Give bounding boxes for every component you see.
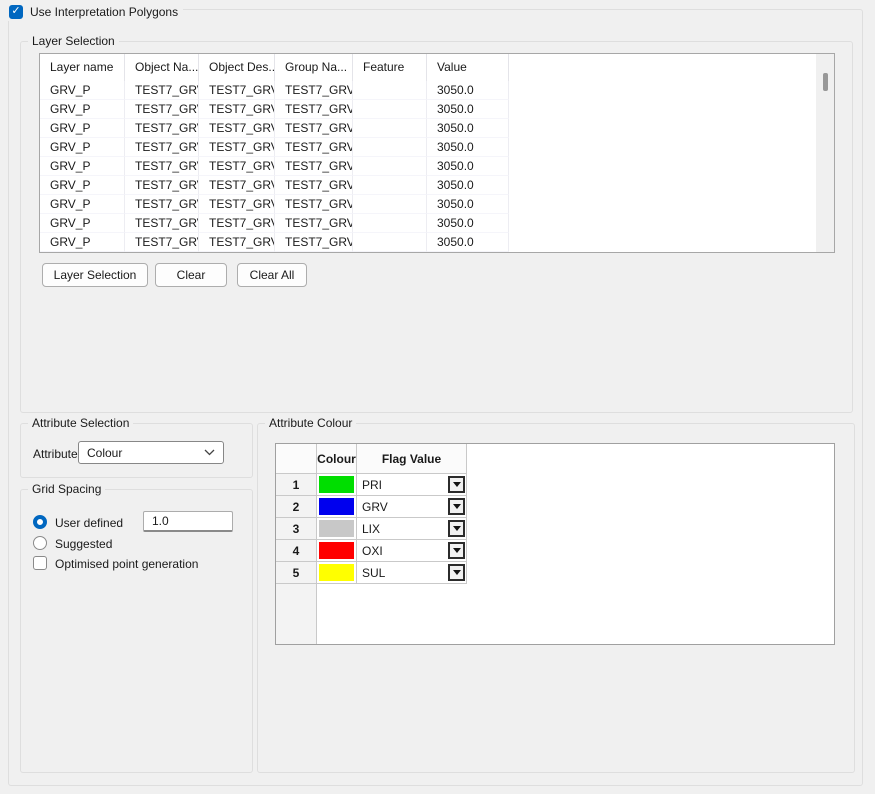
grid-spacing-group-title: Grid Spacing — [28, 482, 105, 497]
suggested-radio[interactable] — [33, 536, 47, 550]
flag-value-text: SUL — [362, 566, 385, 580]
layer-table-row[interactable]: GRV_P TEST7_GRV TEST7_GRV TEST7_GRV 3050… — [40, 81, 834, 100]
clear-button[interactable]: Clear — [155, 263, 227, 287]
layer-table-header: Layer name Object Na... Object Des... Gr… — [40, 54, 834, 81]
flag-value-cell[interactable]: OXI — [357, 540, 467, 562]
attribute-colour-table-body: 1 PRI 2 GRV 3 LIX — [276, 474, 834, 584]
attribute-colour-table: Colour Flag Value 1 PRI 2 GRV 3 — [275, 443, 835, 645]
flag-value-cell[interactable]: PRI — [357, 474, 467, 496]
checkmark-icon: ✓ — [11, 6, 20, 17]
column-header-layer-name: Layer name — [40, 54, 125, 81]
layer-table-row[interactable]: GRV_P TEST7_GRV TEST7_GRV TEST7_GRV 3050… — [40, 195, 834, 214]
grid-spacing-input[interactable] — [143, 511, 233, 532]
suggested-label[interactable]: Suggested — [55, 537, 112, 551]
attribute-colour-table-filler — [276, 584, 834, 644]
column-header-object-desc: Object Des... — [199, 54, 275, 81]
user-defined-label[interactable]: User defined — [55, 516, 123, 530]
layer-selection-table[interactable]: Layer name Object Na... Object Des... Gr… — [39, 53, 835, 253]
colour-swatch[interactable] — [319, 476, 354, 493]
attribute-colour-table-header: Colour Flag Value — [276, 444, 834, 474]
column-header-flag-value: Flag Value — [357, 444, 467, 474]
colour-swatch-cell[interactable] — [317, 496, 357, 518]
row-number: 5 — [276, 562, 317, 584]
dropdown-arrow-icon — [453, 548, 461, 553]
flag-value-text: LIX — [362, 522, 380, 536]
flag-value-dropdown-button[interactable] — [448, 564, 465, 581]
attribute-colour-group-title: Attribute Colour — [265, 416, 356, 431]
attribute-combobox-value: Colour — [87, 446, 204, 460]
use-interpretation-polygons-panel: { "header": { "use_polygons_label": "Use… — [0, 0, 875, 794]
dropdown-arrow-icon — [453, 570, 461, 575]
column-header-colour: Colour — [317, 444, 357, 474]
column-header-row-number — [276, 444, 317, 474]
dropdown-arrow-icon — [453, 526, 461, 531]
attribute-colour-row: 4 OXI — [276, 540, 834, 562]
colour-swatch[interactable] — [319, 520, 354, 537]
layer-table-body: GRV_P TEST7_GRV TEST7_GRV TEST7_GRV 3050… — [40, 81, 834, 252]
colour-swatch[interactable] — [319, 542, 354, 559]
layer-table-row[interactable]: GRV_P TEST7_GRV TEST7_GRV TEST7_GRV 3050… — [40, 157, 834, 176]
flag-value-dropdown-button[interactable] — [448, 476, 465, 493]
attribute-colour-row: 3 LIX — [276, 518, 834, 540]
flag-value-text: OXI — [362, 544, 383, 558]
layer-table-row[interactable]: GRV_P TEST7_GRV TEST7_GRV TEST7_GRV 3050… — [40, 214, 834, 233]
row-number: 3 — [276, 518, 317, 540]
layer-selection-button[interactable]: Layer Selection — [42, 263, 148, 287]
colour-swatch-cell[interactable] — [317, 474, 357, 496]
chevron-down-icon — [204, 449, 215, 456]
layer-table-row[interactable]: GRV_P TEST7_GRV TEST7_GRV TEST7_GRV 3050… — [40, 100, 834, 119]
flag-value-dropdown-button[interactable] — [448, 498, 465, 515]
optimised-point-generation-label[interactable]: Optimised point generation — [55, 557, 198, 571]
colour-swatch-cell[interactable] — [317, 518, 357, 540]
row-number: 2 — [276, 496, 317, 518]
vertical-scrollbar[interactable] — [816, 54, 834, 252]
flag-value-text: GRV — [362, 500, 388, 514]
flag-value-cell[interactable]: GRV — [357, 496, 467, 518]
layer-table-row[interactable]: GRV_P TEST7_GRV TEST7_GRV TEST7_GRV 3050… — [40, 119, 834, 138]
layer-table-row[interactable]: GRV_P TEST7_GRV TEST7_GRV TEST7_GRV 3050… — [40, 138, 834, 157]
optimised-point-generation-checkbox[interactable] — [33, 556, 47, 570]
column-header-object-name: Object Na... — [125, 54, 199, 81]
colour-swatch-cell[interactable] — [317, 540, 357, 562]
attribute-combobox[interactable]: Colour — [78, 441, 224, 464]
layer-table-row[interactable]: GRV_P TEST7_GRV TEST7_GRV TEST7_GRV 3050… — [40, 176, 834, 195]
attribute-colour-row: 1 PRI — [276, 474, 834, 496]
attribute-colour-row: 5 SUL — [276, 562, 834, 584]
row-number: 4 — [276, 540, 317, 562]
colour-swatch[interactable] — [319, 498, 354, 515]
column-header-value: Value — [427, 54, 509, 81]
column-header-group-name: Group Na... — [275, 54, 353, 81]
row-number: 1 — [276, 474, 317, 496]
use-interpretation-polygons-checkbox[interactable]: ✓ — [9, 5, 23, 19]
flag-value-dropdown-button[interactable] — [448, 520, 465, 537]
dropdown-arrow-icon — [453, 482, 461, 487]
dropdown-arrow-icon — [453, 504, 461, 509]
flag-value-dropdown-button[interactable] — [448, 542, 465, 559]
user-defined-radio[interactable] — [33, 515, 47, 529]
attribute-selection-group-title: Attribute Selection — [28, 416, 133, 431]
flag-value-cell[interactable]: SUL — [357, 562, 467, 584]
attribute-label: Attribute — [33, 447, 78, 461]
colour-swatch[interactable] — [319, 564, 354, 581]
clear-all-button[interactable]: Clear All — [237, 263, 307, 287]
use-interpretation-polygons-legend: ✓ Use Interpretation Polygons — [4, 2, 183, 21]
flag-value-text: PRI — [362, 478, 382, 492]
flag-value-cell[interactable]: LIX — [357, 518, 467, 540]
colour-swatch-cell[interactable] — [317, 562, 357, 584]
use-interpretation-polygons-label: Use Interpretation Polygons — [30, 5, 178, 19]
layer-selection-group-title: Layer Selection — [28, 34, 119, 49]
layer-table-row[interactable]: GRV_P TEST7_GRV TEST7_GRV TEST7_GRV 3050… — [40, 233, 834, 252]
column-header-feature: Feature — [353, 54, 427, 81]
scrollbar-thumb[interactable] — [823, 73, 828, 91]
attribute-colour-row: 2 GRV — [276, 496, 834, 518]
